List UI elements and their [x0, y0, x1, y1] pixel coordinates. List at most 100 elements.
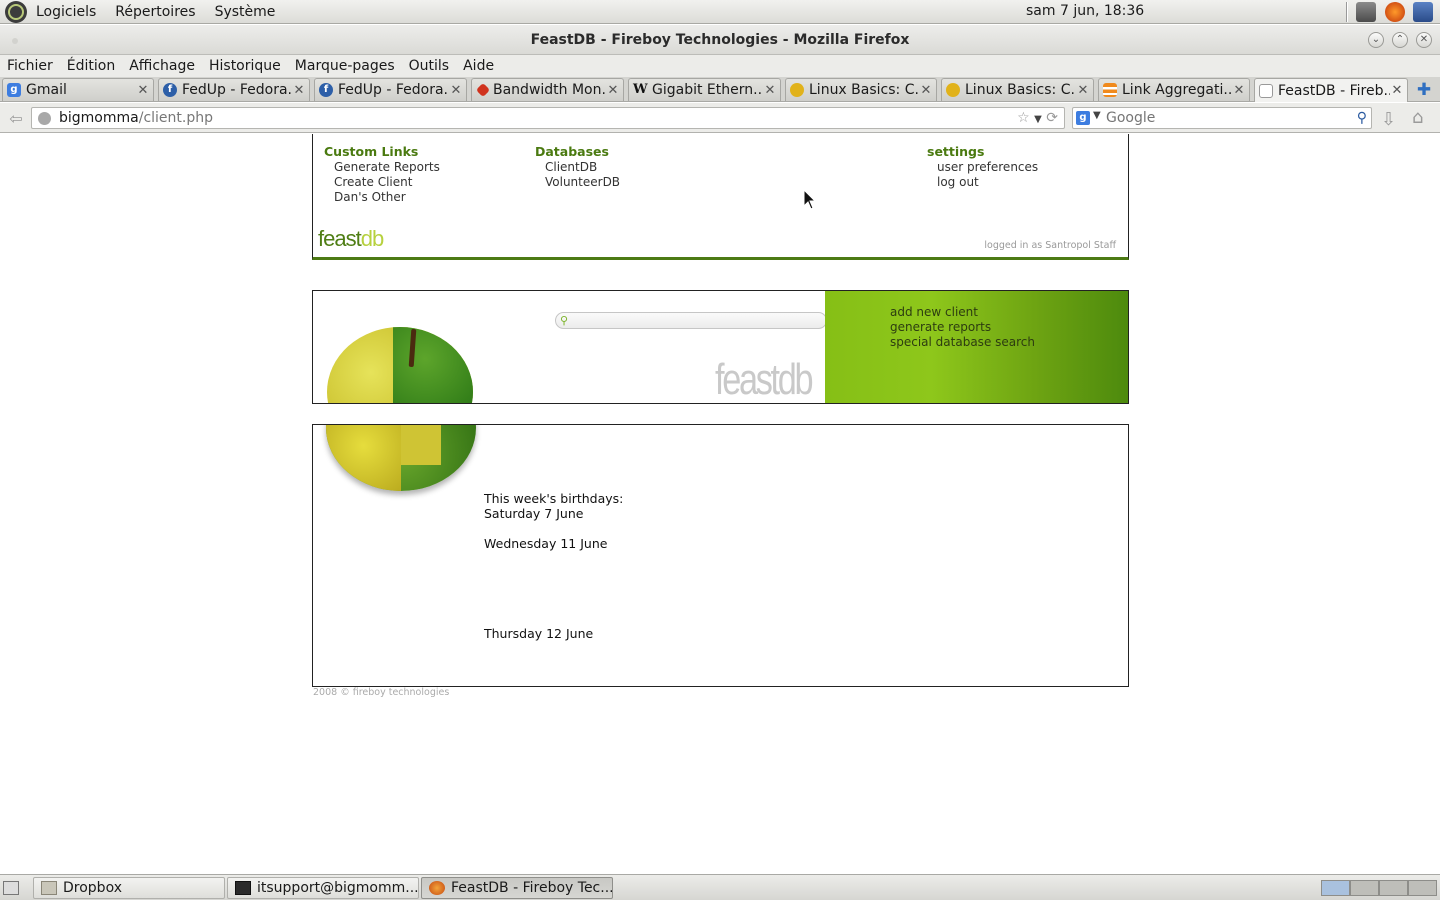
maximize-button[interactable]: ⌃ — [1392, 32, 1408, 48]
tab-linux-basics-1[interactable]: Linux Basics: C... ✕ — [785, 78, 937, 101]
tux-icon — [946, 83, 960, 97]
update-alert-icon[interactable] — [1385, 2, 1405, 22]
task-label: Dropbox — [63, 880, 122, 896]
link-special-database-search[interactable]: special database search — [890, 335, 1035, 350]
close-tab-icon[interactable]: ✕ — [1076, 83, 1090, 98]
close-tab-icon[interactable]: ✕ — [136, 83, 150, 98]
tab-label: Gigabit Ethern... — [652, 82, 763, 98]
feastdb-logo-small[interactable]: feastdb — [318, 226, 385, 252]
menu-view[interactable]: Affichage — [122, 58, 202, 74]
birthday-day: Saturday 7 June — [484, 506, 584, 521]
task-label: itsupport@bigmomm... — [257, 880, 419, 896]
apple-image-bottom — [326, 425, 476, 491]
panel-menu-applications[interactable]: Logiciels — [27, 4, 106, 20]
window-titlebar[interactable]: FeastDB - Fireboy Technologies - Mozilla… — [0, 25, 1440, 55]
close-tab-icon[interactable]: ✕ — [1390, 83, 1404, 98]
menu-help[interactable]: Aide — [456, 58, 501, 74]
reload-icon[interactable]: ⟳ — [1046, 110, 1058, 126]
show-desktop-icon[interactable] — [3, 881, 19, 895]
link-clientdb[interactable]: ClientDB — [535, 160, 620, 175]
link-generate-reports[interactable]: Generate Reports — [324, 160, 440, 175]
tux-icon — [790, 83, 804, 97]
link-create-client[interactable]: Create Client — [324, 175, 440, 190]
settings-column: settings user preferences log out — [927, 144, 1038, 190]
feastdb-header: Custom Links Generate Reports Create Cli… — [312, 134, 1129, 260]
close-tab-icon[interactable]: ✕ — [606, 83, 620, 98]
tab-label: Linux Basics: C... — [809, 82, 919, 98]
workspace-2[interactable] — [1350, 880, 1379, 896]
close-window-button[interactable]: ✕ — [1416, 32, 1432, 48]
menu-bookmarks[interactable]: Marque-pages — [288, 58, 402, 74]
menu-edit[interactable]: Édition — [60, 58, 122, 74]
menubar: Fichier Édition Affichage Historique Mar… — [0, 55, 1440, 77]
search-input[interactable] — [1106, 109, 1346, 127]
panel-menu-places[interactable]: Répertoires — [106, 4, 205, 20]
wikipedia-icon: W — [633, 82, 648, 97]
logo-db-text: db — [777, 355, 814, 404]
google-icon: g — [7, 83, 21, 97]
link-dans-other[interactable]: Dan's Other — [324, 190, 440, 205]
back-button[interactable]: ⇦ — [4, 109, 28, 128]
minimize-button[interactable]: ⌄ — [1368, 32, 1384, 48]
url-bar[interactable]: bigmomma/client.php ☆ ▼ ⟳ — [31, 107, 1065, 129]
menu-history[interactable]: Historique — [202, 58, 288, 74]
distro-logo-icon[interactable] — [5, 0, 27, 23]
tab-bandwidth[interactable]: Bandwidth Mon... ✕ — [471, 78, 624, 101]
tab-label: Link Aggregati... — [1122, 82, 1232, 98]
client-search-field[interactable]: ⚲ — [555, 312, 827, 329]
new-tab-button[interactable]: ✚ — [1410, 80, 1438, 100]
bottom-taskbar: Dropbox itsupport@bigmomm... FeastDB - F… — [0, 874, 1440, 900]
window-menu-icon[interactable] — [12, 38, 18, 44]
search-icon[interactable]: ⚲ — [1357, 110, 1367, 126]
site-identity-icon[interactable] — [38, 112, 51, 125]
tab-label: Gmail — [26, 82, 67, 98]
birthday-day: Wednesday 11 June — [484, 536, 608, 551]
link-log-out[interactable]: log out — [927, 175, 1038, 190]
workspace-1[interactable] — [1321, 880, 1350, 896]
link-user-preferences[interactable]: user preferences — [927, 160, 1038, 175]
main-panel: This week's birthdays: Saturday 7 June W… — [312, 424, 1129, 687]
task-terminal[interactable]: itsupport@bigmomm... — [227, 877, 419, 899]
link-generate-reports[interactable]: generate reports — [890, 320, 1035, 335]
search-engine-icon[interactable]: g — [1076, 111, 1090, 125]
tab-gigabit[interactable]: W Gigabit Ethern... ✕ — [628, 78, 781, 101]
workspace-3[interactable] — [1379, 880, 1408, 896]
menu-file[interactable]: Fichier — [0, 58, 60, 74]
tab-fedup-1[interactable]: f FedUp - Fedora... ✕ — [158, 78, 310, 101]
blank-page-icon — [1259, 83, 1273, 98]
tab-gmail[interactable]: g Gmail ✕ — [2, 78, 154, 101]
tab-label: Bandwidth Mon... — [493, 82, 606, 98]
panel-separator — [1346, 2, 1348, 22]
tab-link-aggregation[interactable]: Link Aggregati... ✕ — [1098, 78, 1250, 101]
workspace-4[interactable] — [1408, 880, 1437, 896]
close-tab-icon[interactable]: ✕ — [763, 83, 777, 98]
panel-menu-system[interactable]: Système — [206, 4, 286, 20]
task-dropbox[interactable]: Dropbox — [33, 877, 225, 899]
databases-column: Databases ClientDB VolunteerDB — [535, 144, 620, 190]
custom-links-column: Custom Links Generate Reports Create Cli… — [324, 144, 440, 205]
tab-feastdb[interactable]: FeastDB - Fireb... ✕ — [1254, 78, 1408, 102]
bookmark-star-icon[interactable]: ☆ — [1017, 110, 1030, 126]
network-icon[interactable] — [1413, 2, 1433, 22]
panel-clock[interactable]: sam 7 jun, 18:36 — [1026, 3, 1144, 19]
history-dropdown-icon[interactable]: ▼ — [1034, 114, 1042, 125]
close-tab-icon[interactable]: ✕ — [292, 83, 306, 98]
close-tab-icon[interactable]: ✕ — [1232, 83, 1246, 98]
client-search-input[interactable] — [576, 314, 816, 327]
home-icon[interactable]: ⌂ — [1412, 107, 1423, 128]
menu-tools[interactable]: Outils — [402, 58, 456, 74]
link-add-new-client[interactable]: add new client — [890, 305, 1035, 320]
printer-icon[interactable] — [1356, 2, 1376, 22]
task-firefox[interactable]: FeastDB - Fireboy Tec... — [421, 877, 613, 899]
custom-links-heading: Custom Links — [324, 144, 419, 159]
tab-linux-basics-2[interactable]: Linux Basics: C... ✕ — [941, 78, 1094, 101]
download-icon[interactable]: ⇩ — [1381, 109, 1396, 130]
search-bar[interactable]: g ▼ ⚲ — [1072, 107, 1372, 129]
tab-fedup-2[interactable]: f FedUp - Fedora... ✕ — [314, 78, 467, 101]
logo-db-text: db — [360, 226, 385, 251]
red-diamond-icon — [475, 82, 491, 98]
close-tab-icon[interactable]: ✕ — [449, 83, 463, 98]
search-engine-dropdown-icon[interactable]: ▼ — [1093, 110, 1101, 121]
link-volunteerdb[interactable]: VolunteerDB — [535, 175, 620, 190]
close-tab-icon[interactable]: ✕ — [919, 83, 933, 98]
